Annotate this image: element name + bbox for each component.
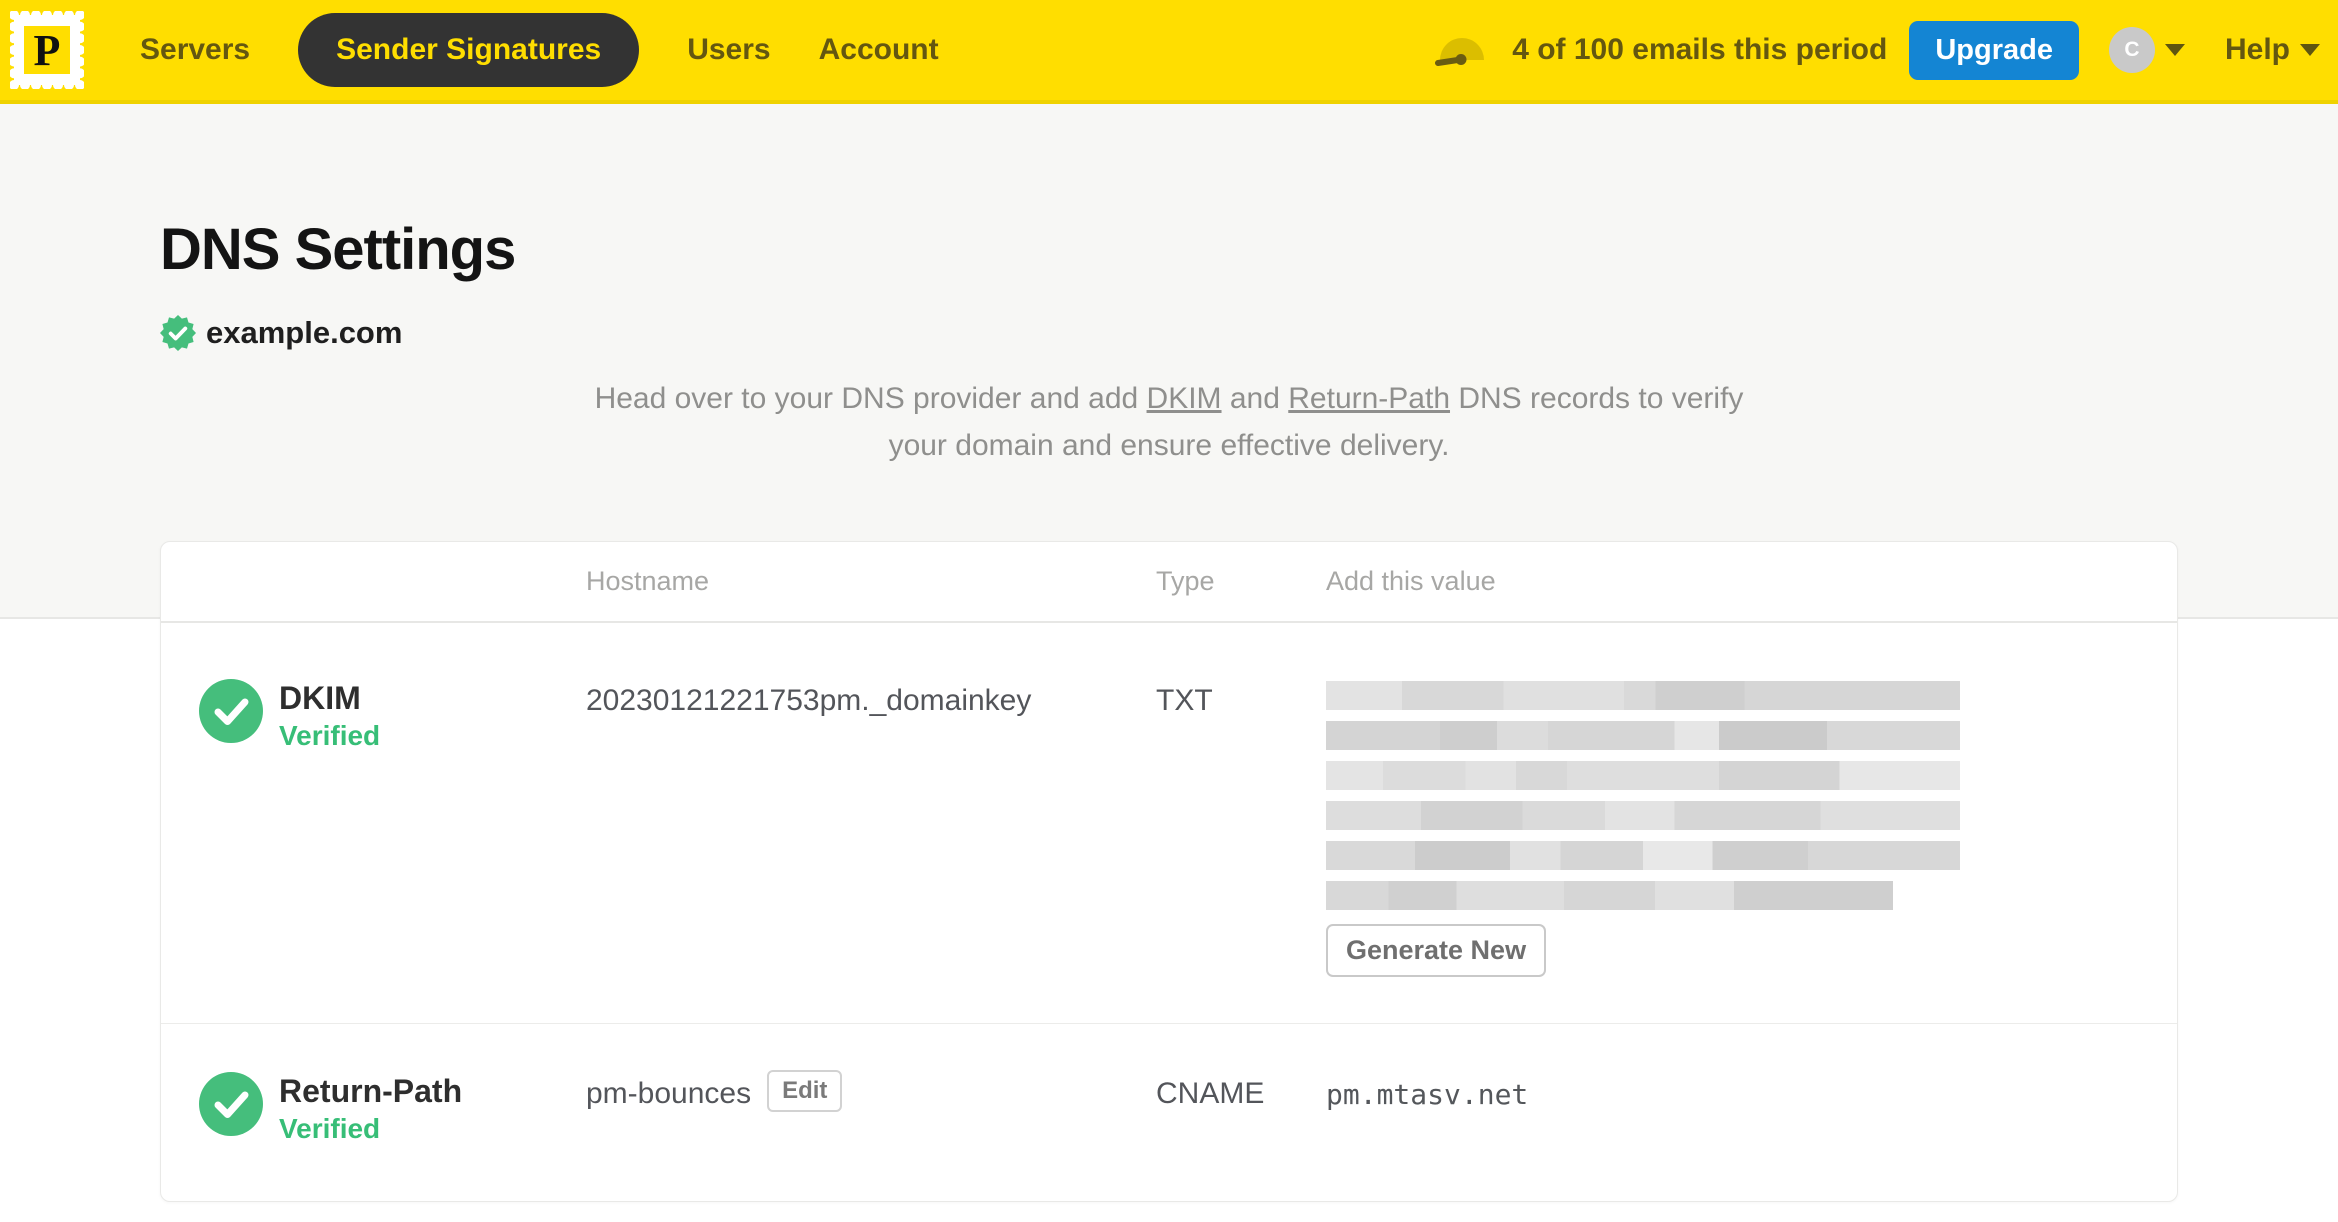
instructions-text: and bbox=[1221, 382, 1289, 415]
usage-counter[interactable]: 4 of 100 emails this period bbox=[1512, 33, 1887, 67]
dkim-link[interactable]: DKIM bbox=[1147, 382, 1222, 415]
avatar[interactable]: C bbox=[2108, 27, 2155, 73]
account-menu[interactable]: C bbox=[2108, 27, 2185, 73]
table-row-return-path: Return-Path Verified pm-bounces Edit CNA… bbox=[161, 1023, 2177, 1201]
type-column-header: Type bbox=[1156, 566, 1215, 596]
verified-check-icon bbox=[199, 679, 263, 743]
edit-button[interactable]: Edit bbox=[767, 1070, 843, 1112]
record-name: DKIM bbox=[279, 680, 361, 716]
table-row-dkim: DKIM Verified 20230121221753pm._domainke… bbox=[161, 623, 2177, 1023]
nav-item-users[interactable]: Users bbox=[687, 33, 770, 67]
value-column-header: Add this value bbox=[1326, 566, 1496, 596]
verified-check-icon bbox=[199, 1072, 263, 1136]
chevron-down-icon bbox=[2164, 44, 2185, 56]
upgrade-button[interactable]: Upgrade bbox=[1909, 20, 2079, 80]
page-title: DNS Settings bbox=[160, 217, 516, 282]
verified-domain: example.com bbox=[160, 313, 2178, 353]
hostname-cell: pm-bounces Edit bbox=[586, 1070, 1156, 1145]
hostname-column-header: Hostname bbox=[586, 566, 710, 596]
nav-item-sender-signatures[interactable]: Sender Signatures bbox=[298, 13, 640, 87]
logo-letter: P bbox=[34, 26, 61, 75]
redacted-dkim-value-line bbox=[1326, 721, 1960, 750]
instructions-text: Head over to your DNS provider and add bbox=[594, 382, 1147, 415]
dns-instructions: Head over to your DNS provider and add D… bbox=[579, 375, 1759, 469]
value-cell: Generate New bbox=[1326, 679, 2177, 977]
record-cell: DKIM Verified bbox=[161, 679, 586, 977]
topbar-right-cluster: 4 of 100 emails this period Upgrade C He… bbox=[1434, 20, 2320, 80]
help-label: Help bbox=[2224, 33, 2290, 66]
status-badge: Verified bbox=[279, 720, 381, 751]
top-navigation-bar: P Servers Sender Signatures Users Accoun… bbox=[0, 0, 2338, 104]
redacted-dkim-value-line bbox=[1326, 801, 1960, 830]
record-cell: Return-Path Verified bbox=[161, 1072, 586, 1145]
table-header: Hostname Type Add this value bbox=[161, 542, 2177, 623]
primary-nav: Servers Sender Signatures Users Account bbox=[140, 13, 939, 87]
hostname-value: 20230121221753pm._domainkey bbox=[586, 684, 1032, 717]
chevron-down-icon bbox=[2300, 44, 2320, 56]
redacted-dkim-value-line bbox=[1326, 681, 1960, 710]
status-badge: Verified bbox=[279, 1113, 381, 1144]
verified-seal-icon bbox=[160, 315, 196, 351]
hostname-value: pm-bounces bbox=[586, 1077, 752, 1110]
usage-gauge-icon bbox=[1435, 38, 1485, 66]
cname-value: pm.mtasv.net bbox=[1326, 1078, 1529, 1111]
dns-records-card: Hostname Type Add this value DKIM Verifi… bbox=[160, 541, 2178, 1202]
record-type: TXT bbox=[1156, 684, 1213, 717]
dns-settings-page: DNS Settings example.com Head over to yo… bbox=[0, 216, 2338, 1202]
postmark-logo[interactable]: P bbox=[10, 11, 84, 89]
redacted-dkim-value-line bbox=[1326, 881, 1893, 910]
record-meta: Return-Path Verified bbox=[279, 1072, 462, 1145]
record-type: CNAME bbox=[1156, 1077, 1265, 1110]
domain-name: example.com bbox=[206, 315, 403, 350]
nav-item-servers[interactable]: Servers bbox=[140, 33, 250, 67]
nav-item-account[interactable]: Account bbox=[819, 33, 939, 67]
return-path-link[interactable]: Return-Path bbox=[1288, 382, 1450, 415]
record-name: Return-Path bbox=[279, 1073, 463, 1109]
help-menu[interactable]: Help bbox=[2225, 33, 2320, 67]
record-meta: DKIM Verified bbox=[279, 679, 380, 752]
redacted-dkim-value-line bbox=[1326, 841, 1960, 870]
redacted-dkim-value-line bbox=[1326, 761, 1960, 790]
generate-new-button[interactable]: Generate New bbox=[1326, 924, 1547, 977]
